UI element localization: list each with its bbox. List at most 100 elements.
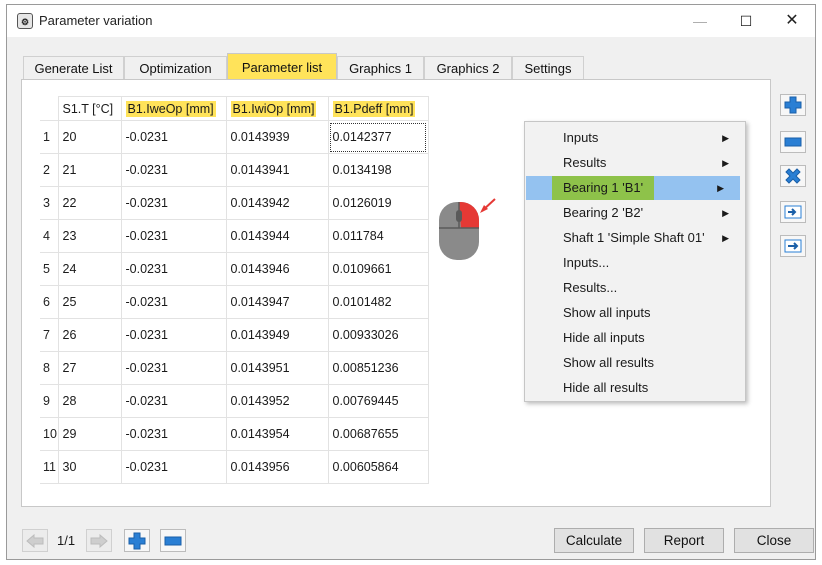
next-page-button[interactable]	[86, 529, 112, 552]
delete-icon	[785, 168, 801, 184]
window-title: Parameter variation	[39, 13, 153, 28]
row-number[interactable]: 6	[40, 285, 59, 319]
table-cell[interactable]: -0.0231	[120, 285, 227, 319]
submenu-arrow-icon: ▶	[722, 133, 729, 143]
row-number[interactable]: 7	[40, 318, 59, 352]
import-button[interactable]	[780, 201, 806, 223]
export-icon	[784, 239, 802, 253]
table-cell[interactable]: 0.00769445	[327, 384, 429, 418]
tab-graphics-1[interactable]: Graphics 1	[337, 56, 424, 79]
table-cell[interactable]: 0.0143954	[225, 417, 329, 451]
table-cell[interactable]: 20	[57, 120, 122, 154]
table-cell[interactable]: -0.0231	[120, 153, 227, 187]
parameter-variation-window: ⚙ Parameter variation — ☐ ✕ Generate Lis…	[6, 4, 816, 560]
context-menu-item[interactable]: Shaft 1 'Simple Shaft 01' ▶	[525, 226, 745, 250]
context-menu-item[interactable]: Hide all results	[525, 376, 745, 400]
tab-parameter-list[interactable]: Parameter list	[227, 53, 337, 80]
table-cell[interactable]: 30	[57, 450, 122, 484]
table-cell[interactable]: 0.0134198	[327, 153, 429, 187]
table-cell[interactable]: 22	[57, 186, 122, 220]
context-menu-item[interactable]: Inputs ▶	[525, 126, 745, 150]
table-cell[interactable]: 27	[57, 351, 122, 385]
context-menu-item[interactable]: Show all results	[525, 351, 745, 375]
add-page-button[interactable]	[124, 529, 150, 552]
remove-page-button[interactable]	[160, 529, 186, 552]
context-menu-item-label: Bearing 1 'B1'	[552, 176, 655, 200]
table-cell[interactable]: 0.0143951	[225, 351, 329, 385]
table-cell[interactable]: 0.0143939	[225, 120, 329, 154]
table-cell[interactable]: 0.00687655	[327, 417, 429, 451]
context-menu-item[interactable]: Bearing 2 'B2' ▶	[525, 201, 745, 225]
tab-optimization[interactable]: Optimization	[124, 56, 227, 79]
table-cell[interactable]: 0.0143946	[225, 252, 329, 286]
table-cell[interactable]: 0.0143949	[225, 318, 329, 352]
row-number[interactable]: 10	[40, 417, 59, 451]
table-cell[interactable]: 26	[57, 318, 122, 352]
table-cell[interactable]: 0.00605864	[327, 450, 429, 484]
calculate-button[interactable]: Calculate	[554, 528, 634, 553]
table-cell[interactable]: 0.00933026	[327, 318, 429, 352]
table-cell[interactable]: -0.0231	[120, 252, 227, 286]
table-cell[interactable]: 28	[57, 384, 122, 418]
row-number[interactable]: 9	[40, 384, 59, 418]
table-cell[interactable]: -0.0231	[120, 450, 227, 484]
table-cell[interactable]: 24	[57, 252, 122, 286]
table-cell[interactable]: -0.0231	[120, 351, 227, 385]
table-cell[interactable]: 25	[57, 285, 122, 319]
table-cell[interactable]: 0.011784	[327, 219, 429, 253]
table-cell[interactable]: 0.0126019	[327, 186, 429, 220]
minimize-button[interactable]: —	[677, 5, 723, 37]
row-number[interactable]: 11	[40, 450, 59, 484]
table-cell[interactable]: 0.0142377	[327, 120, 429, 154]
table-cell[interactable]: -0.0231	[120, 417, 227, 451]
context-menu-item[interactable]: Hide all inputs	[525, 326, 745, 350]
context-menu-item[interactable]: Inputs...	[525, 251, 745, 275]
column-header-b1-pdeff[interactable]: B1.Pdeff [mm]	[327, 96, 429, 121]
row-number[interactable]: 5	[40, 252, 59, 286]
row-number[interactable]: 3	[40, 186, 59, 220]
table-cell[interactable]: 0.0101482	[327, 285, 429, 319]
context-menu-item[interactable]: Bearing 1 'B1' ▶	[526, 176, 740, 200]
report-button[interactable]: Report	[644, 528, 724, 553]
table-cell[interactable]: 0.0143942	[225, 186, 329, 220]
table-cell[interactable]: -0.0231	[120, 219, 227, 253]
table-row: 2 21 -0.0231 0.0143941 0.0134198	[40, 153, 429, 187]
row-number[interactable]: 2	[40, 153, 59, 187]
tab-graphics-2[interactable]: Graphics 2	[424, 56, 512, 79]
column-header-b1-iweop[interactable]: B1.IweOp [mm]	[120, 96, 227, 121]
add-row-button[interactable]	[780, 94, 806, 116]
table-cell[interactable]: -0.0231	[120, 384, 227, 418]
table-row: 8 27 -0.0231 0.0143951 0.00851236	[40, 351, 429, 385]
tab-settings[interactable]: Settings	[512, 56, 584, 79]
row-number[interactable]: 4	[40, 219, 59, 253]
export-button[interactable]	[780, 235, 806, 257]
context-menu-item[interactable]: Results ▶	[525, 151, 745, 175]
table-cell[interactable]: -0.0231	[120, 120, 227, 154]
table-cell[interactable]: 0.0143952	[225, 384, 329, 418]
table-cell[interactable]: 23	[57, 219, 122, 253]
tab-generate-list[interactable]: Generate List	[23, 56, 124, 79]
table-cell[interactable]: 0.0143947	[225, 285, 329, 319]
context-menu-item[interactable]: Results...	[525, 276, 745, 300]
close-button[interactable]: Close	[734, 528, 814, 553]
table-cell[interactable]: -0.0231	[120, 318, 227, 352]
table-cell[interactable]: 0.00851236	[327, 351, 429, 385]
maximize-button[interactable]: ☐	[723, 5, 769, 37]
table-cell[interactable]: 21	[57, 153, 122, 187]
context-menu-item[interactable]: Show all inputs	[525, 301, 745, 325]
table-cell[interactable]: 0.0109661	[327, 252, 429, 286]
import-icon	[784, 205, 802, 219]
row-number[interactable]: 1	[40, 120, 59, 154]
table-cell[interactable]: 0.0143941	[225, 153, 329, 187]
delete-button[interactable]	[780, 165, 806, 187]
remove-row-button[interactable]	[780, 131, 806, 153]
column-header-b1-iwiop[interactable]: B1.IwiOp [mm]	[225, 96, 329, 121]
row-number[interactable]: 8	[40, 351, 59, 385]
table-cell[interactable]: 29	[57, 417, 122, 451]
close-window-button[interactable]: ✕	[769, 5, 815, 37]
table-cell[interactable]: 0.0143944	[225, 219, 329, 253]
table-cell[interactable]: 0.0143956	[225, 450, 329, 484]
table-cell[interactable]: -0.0231	[120, 186, 227, 220]
previous-page-button[interactable]	[22, 529, 48, 552]
column-header-s1-t[interactable]: S1.T [°C]	[57, 96, 122, 121]
